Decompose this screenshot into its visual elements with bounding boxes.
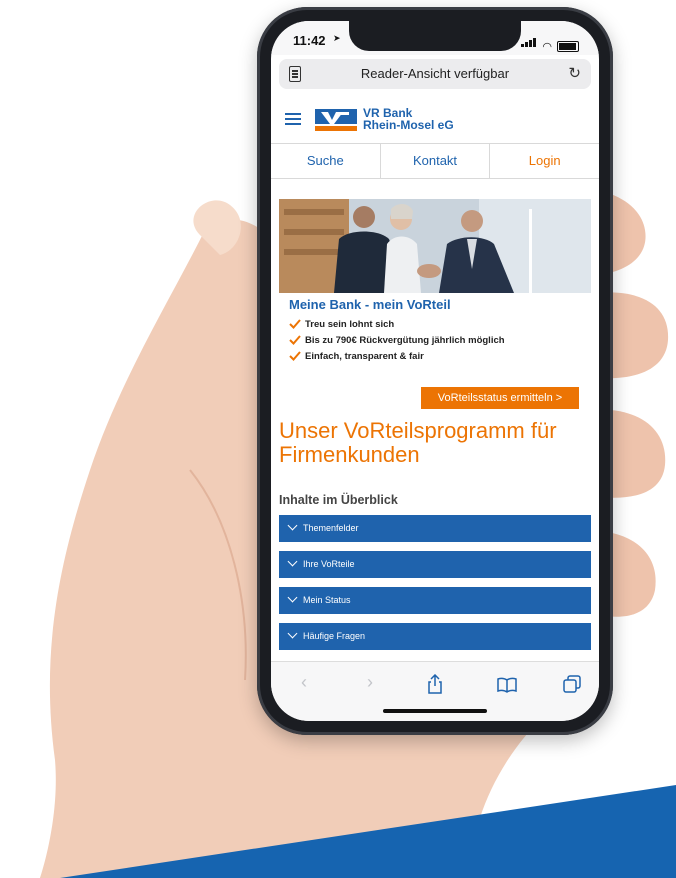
benefit-text: Bis zu 790€ Rückvergütung jährlich mögli… [305, 335, 505, 346]
accordion-status[interactable]: Mein Status [279, 587, 591, 614]
tabs-icon[interactable] [563, 675, 581, 693]
logo-line-2: Rhein-Mosel eG [363, 118, 454, 132]
site-header: VR Bank Rhein-Mosel eG [271, 93, 599, 143]
url-bar[interactable]: Reader-Ansicht verfügbar ↻ [279, 59, 591, 89]
vr-bank-logo [315, 109, 357, 131]
accordion-label: Mein Status [303, 595, 351, 605]
accordion-faq[interactable]: Häufige Fragen [279, 623, 591, 650]
signal-icon [521, 34, 537, 52]
promo-title: Meine Bank - mein VoRteil [289, 297, 451, 312]
phone-screen: 11:42 ➤ ◠ Reader-Ansicht verfügbar ↻ VR … [271, 21, 599, 721]
chevron-down-icon [287, 628, 298, 639]
checkmark-icon [289, 319, 301, 329]
accordion-themenfelder[interactable]: Themenfelder [279, 515, 591, 542]
notch [349, 21, 521, 51]
chevron-down-icon [287, 556, 298, 567]
wifi-icon: ◠ [542, 41, 552, 53]
chevron-down-icon [287, 520, 298, 531]
battery-icon [557, 41, 579, 52]
benefit-text: Treu sein lohnt sich [305, 319, 395, 330]
chevron-left-icon[interactable]: ‹ [301, 672, 307, 693]
accordion-label: Themenfelder [303, 523, 359, 533]
list-item: Bis zu 790€ Rückvergütung jährlich mögli… [289, 333, 505, 349]
logo-text: VR Bank Rhein-Mosel eG [363, 107, 454, 131]
reload-icon[interactable]: ↻ [568, 64, 581, 82]
chevron-right-icon[interactable]: › [367, 672, 373, 693]
accordion-label: Ihre VoRteile [303, 559, 355, 569]
overview-heading: Inhalte im Überblick [279, 493, 398, 507]
menu-icon[interactable] [285, 113, 301, 125]
location-arrow-icon: ➤ [333, 33, 341, 43]
list-item: Einfach, transparent & fair [289, 349, 505, 365]
list-item: Treu sein lohnt sich [289, 317, 505, 333]
accordion-label: Häufige Fragen [303, 631, 366, 641]
phone-frame: 11:42 ➤ ◠ Reader-Ansicht verfügbar ↻ VR … [257, 7, 613, 735]
site-nav: Suche Kontakt Login [271, 143, 599, 179]
home-indicator [383, 709, 487, 713]
status-cta-button[interactable]: VoRteilsstatus ermitteln > [421, 387, 579, 409]
nav-contact[interactable]: Kontakt [381, 144, 491, 178]
checkmark-icon [289, 335, 301, 345]
status-icons: ◠ [521, 34, 579, 53]
nav-search[interactable]: Suche [271, 144, 381, 178]
chevron-down-icon [287, 592, 298, 603]
status-time: 11:42 [293, 33, 326, 48]
benefit-list: Treu sein lohnt sich Bis zu 790€ Rückver… [289, 317, 505, 365]
hero-image [279, 199, 591, 293]
accordion-vorteile[interactable]: Ihre VoRteile [279, 551, 591, 578]
book-icon[interactable] [497, 677, 517, 693]
benefit-text: Einfach, transparent & fair [305, 351, 424, 362]
checkmark-icon [289, 351, 301, 361]
page-title: Unser VoRteilsprogramm für Firmenkunden [279, 418, 557, 467]
url-text: Reader-Ansicht verfügbar [360, 66, 510, 81]
share-icon[interactable] [427, 674, 443, 694]
nav-login[interactable]: Login [490, 144, 599, 178]
